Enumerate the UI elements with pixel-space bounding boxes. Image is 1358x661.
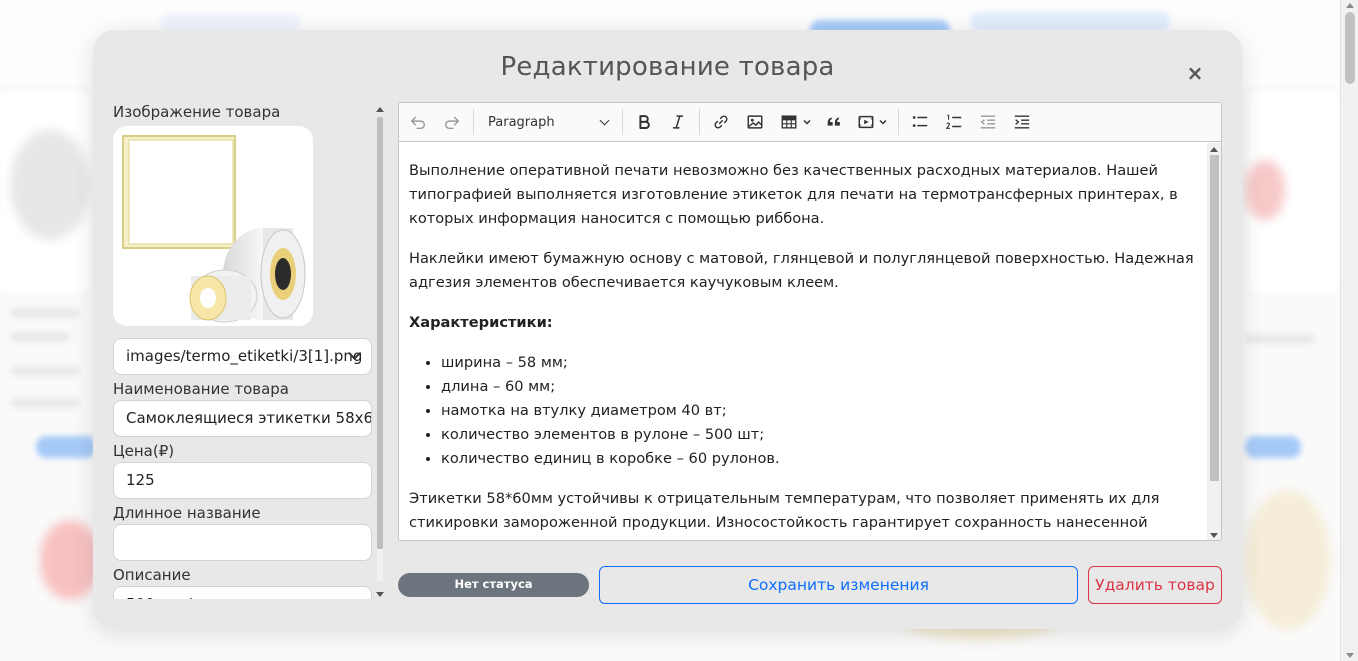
long-name-input[interactable]: [113, 524, 372, 561]
product-image: [113, 126, 313, 326]
form-scrollbar-thumb[interactable]: [377, 117, 383, 549]
table-icon[interactable]: [772, 103, 818, 142]
media-icon[interactable]: [850, 103, 894, 142]
modal-title: Редактирование товара: [500, 52, 835, 82]
list-item: длина – 60 мм;: [441, 375, 1197, 399]
scroll-up-icon[interactable]: [1210, 147, 1218, 152]
outdent-icon[interactable]: [971, 103, 1005, 142]
scroll-down-icon[interactable]: [1210, 533, 1218, 538]
toolbar-separator: [699, 109, 700, 135]
characteristics-heading-text: Характеристики:: [409, 314, 553, 331]
italic-icon[interactable]: [661, 103, 695, 142]
long-name-label: Длинное название: [113, 504, 261, 522]
toolbar-separator: [898, 109, 899, 135]
image-path-value: images/termo_etiketki/3[1].png: [126, 347, 363, 365]
scroll-up-icon[interactable]: [376, 107, 384, 112]
numbered-list-icon[interactable]: [937, 103, 971, 142]
description-input[interactable]: 500 шт./рулон: [113, 586, 372, 599]
image-label: Изображение товара: [113, 103, 281, 121]
scroll-up-icon[interactable]: [1346, 3, 1354, 8]
indent-icon[interactable]: [1005, 103, 1039, 142]
bold-icon[interactable]: [627, 103, 661, 142]
heading-dropdown[interactable]: Paragraph: [478, 103, 618, 142]
paragraph: Наклейки имеют бумажную основу с матовой…: [409, 250, 1194, 291]
editor-content[interactable]: Выполнение оперативной печати невозможно…: [399, 143, 1207, 540]
page-scrollbar[interactable]: [1340, 0, 1358, 661]
scroll-down-icon[interactable]: [376, 592, 384, 597]
redo-icon[interactable]: [435, 103, 469, 142]
characteristics-list: ширина – 58 мм; длина – 60 мм; намотка н…: [441, 351, 1197, 471]
product-form: Изображение товара images/termo_etiketki…: [113, 103, 373, 599]
list-item: намотка на втулку диаметром 40 вт;: [441, 399, 1197, 423]
editor-scrollbar-thumb[interactable]: [1210, 155, 1219, 481]
form-scrollbar[interactable]: [375, 103, 385, 599]
bulleted-list-icon[interactable]: [903, 103, 937, 142]
page-scrollbar-thumb[interactable]: [1345, 12, 1355, 84]
scroll-down-icon[interactable]: [1346, 653, 1354, 658]
name-label: Наименование товара: [113, 380, 289, 398]
heading-dropdown-value: Paragraph: [488, 114, 555, 130]
list-item: ширина – 58 мм;: [441, 351, 1197, 375]
edit-product-modal: Редактирование товара × Изображение това…: [93, 30, 1242, 629]
link-icon[interactable]: [704, 103, 738, 142]
editor-toolbar: Paragraph: [399, 103, 1221, 142]
description-label: Описание: [113, 566, 191, 584]
characteristics-heading: Характеристики:: [409, 311, 1197, 335]
editor-scrollbar[interactable]: [1207, 143, 1221, 540]
list-item: количество элементов в рулоне – 500 шт;: [441, 423, 1197, 447]
list-item: количество единиц в коробке – 60 рулонов…: [441, 447, 1197, 471]
price-label: Цена(₽): [113, 442, 175, 460]
status-badge[interactable]: Нет статуса: [398, 573, 589, 597]
blockquote-icon[interactable]: [818, 103, 850, 142]
image-icon[interactable]: [738, 103, 772, 142]
image-path-select[interactable]: images/termo_etiketki/3[1].png: [113, 338, 372, 375]
delete-product-button[interactable]: Удалить товар: [1088, 566, 1222, 604]
paragraph: Выполнение оперативной печати невозможно…: [409, 162, 1178, 227]
toolbar-separator: [473, 109, 474, 135]
chevron-down-icon: [599, 115, 610, 125]
toolbar-separator: [622, 109, 623, 135]
paragraph: Этикетки 58*60мм устойчивы к отрицательн…: [409, 490, 1160, 540]
close-icon[interactable]: ×: [1183, 61, 1207, 85]
rich-text-editor: Paragraph Выполнение оперативной печати …: [398, 102, 1222, 541]
product-name-input[interactable]: Самоклеящиеся этикетки 58x60: [113, 400, 372, 437]
label-roll-illustration: [122, 135, 306, 323]
undo-icon[interactable]: [401, 103, 435, 142]
save-changes-button[interactable]: Сохранить изменения: [599, 566, 1078, 604]
price-input[interactable]: 125: [113, 462, 372, 499]
